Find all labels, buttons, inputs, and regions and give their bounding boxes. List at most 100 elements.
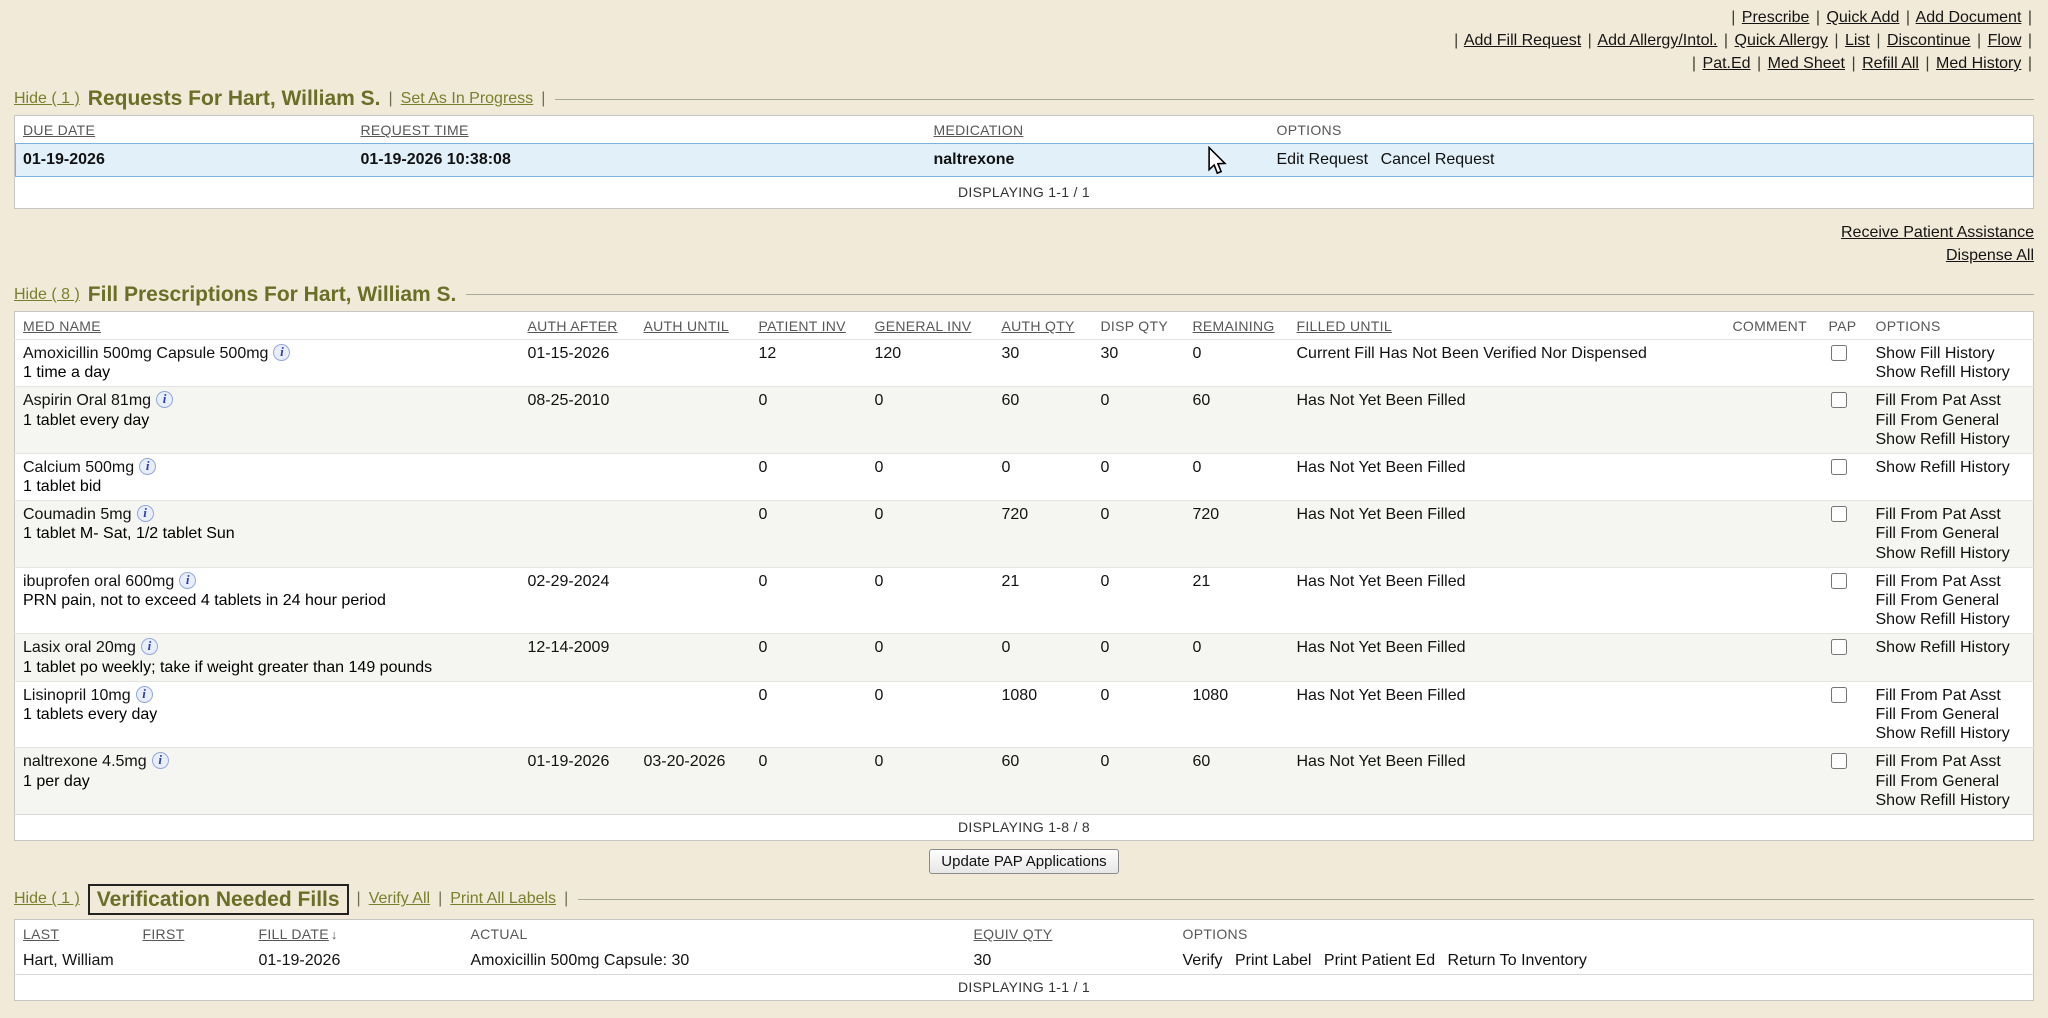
patient-inv-cell: 0 [751,567,867,634]
toolbar-row-1: | Prescribe | Quick Add | Add Document | [14,6,2034,29]
info-icon[interactable]: i [156,391,173,408]
col-auth-until[interactable]: AUTH UNTIL [644,318,729,334]
show-refill-history-link[interactable]: Show Refill History [1876,610,2026,629]
auth-until-cell [636,501,751,568]
verification-footer-row: DISPLAYING 1-1 / 1 [15,975,2034,1001]
pap-checkbox[interactable] [1831,687,1847,703]
info-icon[interactable]: i [136,686,153,703]
fill-from-general-link[interactable]: Fill From General [1876,411,2026,430]
show-refill-history-link[interactable]: Show Refill History [1876,363,2026,382]
show-refill-history-link[interactable]: Show Refill History [1876,458,2026,477]
fill-from-general-link[interactable]: Fill From General [1876,772,2026,791]
col-last[interactable]: LAST [23,926,59,942]
dispense-all-link[interactable]: Dispense All [1946,247,2034,264]
info-icon[interactable]: i [139,458,156,475]
info-icon[interactable]: i [152,752,169,769]
fill-row-ibuprofen: ibuprofen oral 600mgi PRN pain, not to e… [15,567,2034,634]
set-as-in-progress-link[interactable]: Set As In Progress [401,90,534,108]
info-icon[interactable]: i [137,505,154,522]
pap-checkbox[interactable] [1831,573,1847,589]
col-auth-after[interactable]: AUTH AFTER [528,318,618,334]
verify-link[interactable]: Verify [1183,952,1223,969]
show-refill-history-link[interactable]: Show Refill History [1876,791,2026,810]
nav-pat-ed[interactable]: Pat.Ed [1703,55,1751,72]
show-fill-history-link[interactable]: Show Fill History [1876,344,2026,363]
show-refill-history-link[interactable]: Show Refill History [1876,430,2026,449]
cancel-request-link[interactable]: Cancel Request [1381,151,1495,168]
col-patient-inv[interactable]: PATIENT INV [759,318,846,334]
auth-until-cell [636,453,751,500]
col-filled-until[interactable]: FILLED UNTIL [1297,318,1392,334]
return-to-inventory-link[interactable]: Return To Inventory [1448,952,1587,969]
fills-section-header: Hide ( 8 ) Fill Prescriptions For Hart, … [14,283,2034,307]
comment-cell [1725,453,1821,500]
col-equiv-qty[interactable]: EQUIV QTY [974,926,1053,942]
fill-row-lasix: Lasix oral 20mgi 1 tablet po weekly; tak… [15,634,2034,681]
col-request-time[interactable]: REQUEST TIME [361,122,469,138]
pap-checkbox[interactable] [1831,392,1847,408]
hide-fills-link[interactable]: Hide ( 8 ) [14,286,80,304]
info-icon[interactable]: i [141,638,158,655]
col-med-name[interactable]: MED NAME [23,318,101,334]
auth-qty-cell: 0 [994,634,1093,681]
request-row[interactable]: 01-19-2026 01-19-2026 10:38:08 naltrexon… [15,143,2034,177]
nav-med-history[interactable]: Med History [1936,55,2021,72]
pap-checkbox[interactable] [1831,506,1847,522]
nav-flow[interactable]: Flow [1988,32,2022,49]
hide-verification-link[interactable]: Hide ( 1 ) [14,890,80,908]
update-pap-applications-button[interactable]: Update PAP Applications [929,849,1118,874]
nav-quick-add[interactable]: Quick Add [1826,9,1899,26]
fill-from-pat-asst-link[interactable]: Fill From Pat Asst [1876,686,2026,705]
info-icon[interactable]: i [179,572,196,589]
separator: | [1876,32,1880,49]
col-fill-date[interactable]: FILL DATE [259,926,329,942]
nav-quick-allergy[interactable]: Quick Allergy [1735,32,1828,49]
hide-requests-link[interactable]: Hide ( 1 ) [14,90,80,108]
col-due-date[interactable]: DUE DATE [23,122,95,138]
comment-cell [1725,681,1821,748]
pap-checkbox[interactable] [1831,753,1847,769]
fill-from-general-link[interactable]: Fill From General [1876,591,2026,610]
nav-add-fill-request[interactable]: Add Fill Request [1464,32,1581,49]
nav-prescribe[interactable]: Prescribe [1742,9,1810,26]
fill-from-pat-asst-link[interactable]: Fill From Pat Asst [1876,572,2026,591]
col-first[interactable]: FIRST [143,926,185,942]
fills-section-title: Fill Prescriptions For Hart, William S. [88,283,457,307]
fill-from-general-link[interactable]: Fill From General [1876,705,2026,724]
receive-patient-assistance-link[interactable]: Receive Patient Assistance [1841,224,2034,241]
show-refill-history-link[interactable]: Show Refill History [1876,638,2026,657]
patient-inv-cell: 0 [751,681,867,748]
general-inv-cell: 0 [867,387,994,454]
col-medication[interactable]: MEDICATION [934,122,1024,138]
pap-checkbox[interactable] [1831,345,1847,361]
sort-descending-icon: ↓ [331,927,338,942]
print-label-link[interactable]: Print Label [1235,952,1312,969]
nav-list[interactable]: List [1845,32,1870,49]
edit-request-link[interactable]: Edit Request [1277,151,1369,168]
comment-cell [1725,339,1821,386]
col-general-inv[interactable]: GENERAL INV [875,318,972,334]
nav-add-allergy-intol[interactable]: Add Allergy/Intol. [1597,32,1717,49]
disp-qty-cell: 0 [1093,681,1185,748]
auth-after-cell: 02-29-2024 [520,567,636,634]
pap-checkbox[interactable] [1831,459,1847,475]
show-refill-history-link[interactable]: Show Refill History [1876,544,2026,563]
fill-from-pat-asst-link[interactable]: Fill From Pat Asst [1876,391,2026,410]
info-icon[interactable]: i [273,344,290,361]
col-auth-qty[interactable]: AUTH QTY [1002,318,1075,334]
nav-add-document[interactable]: Add Document [1916,9,2022,26]
print-all-labels-link[interactable]: Print All Labels [450,890,556,908]
show-refill-history-link[interactable]: Show Refill History [1876,724,2026,743]
verify-all-link[interactable]: Verify All [369,890,430,908]
fill-from-pat-asst-link[interactable]: Fill From Pat Asst [1876,752,2026,771]
fill-from-pat-asst-link[interactable]: Fill From Pat Asst [1876,505,2026,524]
print-patient-ed-link[interactable]: Print Patient Ed [1324,952,1435,969]
col-remaining[interactable]: REMAINING [1193,318,1275,334]
med-directions: 1 tablet bid [23,477,512,496]
nav-refill-all[interactable]: Refill All [1862,55,1919,72]
med-name-text: naltrexone 4.5mg [23,753,147,770]
fill-from-general-link[interactable]: Fill From General [1876,524,2026,543]
pap-checkbox[interactable] [1831,639,1847,655]
nav-discontinue[interactable]: Discontinue [1887,32,1971,49]
nav-med-sheet[interactable]: Med Sheet [1768,55,1845,72]
